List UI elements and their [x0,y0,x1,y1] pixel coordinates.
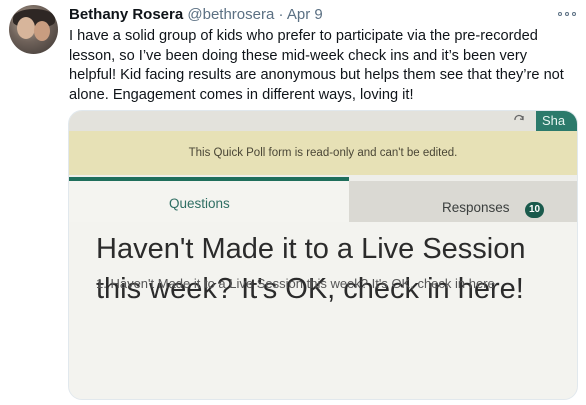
avatar-face [34,21,50,41]
tweet-photo[interactable]: Sha This Quick Poll form is read-only an… [68,110,578,400]
share-button: Sha [536,111,577,131]
tweet-header: Bethany Rosera @bethrosera · Apr 9 [69,6,323,24]
tab-active-indicator [69,177,349,181]
avatar-face [17,17,35,39]
more-horizontal-icon[interactable] [558,9,578,19]
tab-responses: Responses 10 [349,181,577,222]
separator: · [278,6,284,23]
tweet: Bethany Rosera @bethrosera · Apr 9 I hav… [0,0,586,405]
refresh-icon [514,114,524,121]
responses-count-badge: 10 [525,202,544,218]
tab-questions-label: Questions [169,196,230,211]
avatar[interactable] [9,5,58,54]
display-name[interactable]: Bethany Rosera [69,6,183,23]
tab-questions: Questions [69,177,349,222]
tweet-text: I have a solid group of kids who prefer … [69,28,564,103]
question-text: 1. Haven't Made it to a Live Session thi… [96,276,495,291]
form-title: Haven't Made it to a Live Session this w… [96,233,526,305]
readonly-banner: This Quick Poll form is read-only and ca… [69,131,577,175]
tab-responses-label: Responses [442,200,510,215]
tweet-date[interactable]: Apr 9 [287,6,323,23]
handle[interactable]: @bethrosera [187,6,274,23]
app-toolbar: Sha [69,111,577,131]
form-body: Haven't Made it to a Live Session this w… [69,222,577,399]
